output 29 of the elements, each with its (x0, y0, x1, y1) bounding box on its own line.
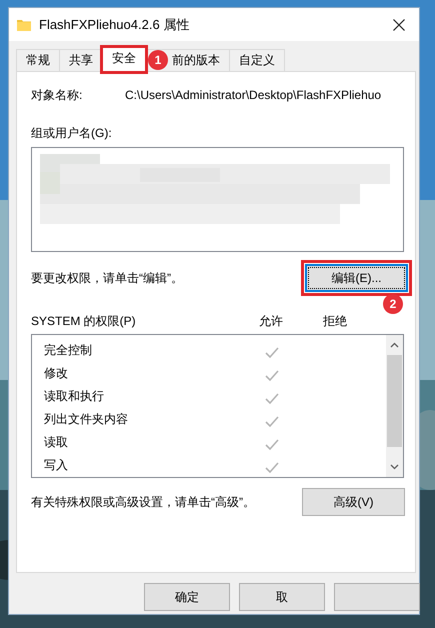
tab[interactable]: 常规 (16, 49, 60, 71)
permission-name: 读取和执行 (43, 388, 105, 404)
field-label: 对象名称: (31, 87, 84, 104)
permission-name: 写入 (43, 456, 69, 474)
scroll-thumb[interactable] (387, 355, 402, 447)
advanced-button[interactable]: 高级(V) (302, 488, 405, 516)
permission-name: 读取 (43, 434, 69, 450)
tab[interactable]: 安全 (102, 47, 146, 72)
permission-name: 完全控制 (43, 342, 93, 358)
window-title: FlashFXPliehuo4.2.6 属性 (39, 16, 190, 34)
field-label: 组或用户名(G): (31, 125, 113, 142)
tab[interactable]: 自定义 (229, 49, 285, 71)
permissions-label: SYSTEM 的权限(P) (31, 313, 137, 330)
step-number: 2 (383, 294, 403, 314)
scrollbar[interactable] (386, 335, 403, 477)
hint-text: 要更改权限，请单击“编辑”。 (31, 270, 183, 287)
folder-icon (17, 18, 31, 30)
column-header: 允许 (258, 313, 284, 330)
permission-name: 列出文件夹内容 (43, 410, 129, 428)
close-icon[interactable] (393, 18, 405, 30)
object-path: C:\Users\Administrator\Desktop\FlashFXPliehuo (125, 87, 382, 104)
hint-text: 有关特殊权限或高级设置，请单击“高级”。 (31, 494, 255, 511)
dialog-button[interactable]: 确定 (144, 583, 230, 611)
column-header: 拒绝 (322, 313, 348, 330)
edit-button[interactable]: 编辑(E)... (305, 264, 408, 292)
permission-name: 修改 (43, 364, 69, 382)
dialog-button[interactable]: 取 (239, 583, 325, 611)
scroll-up-icon[interactable] (390, 342, 399, 348)
scroll-down-icon[interactable] (390, 464, 399, 470)
